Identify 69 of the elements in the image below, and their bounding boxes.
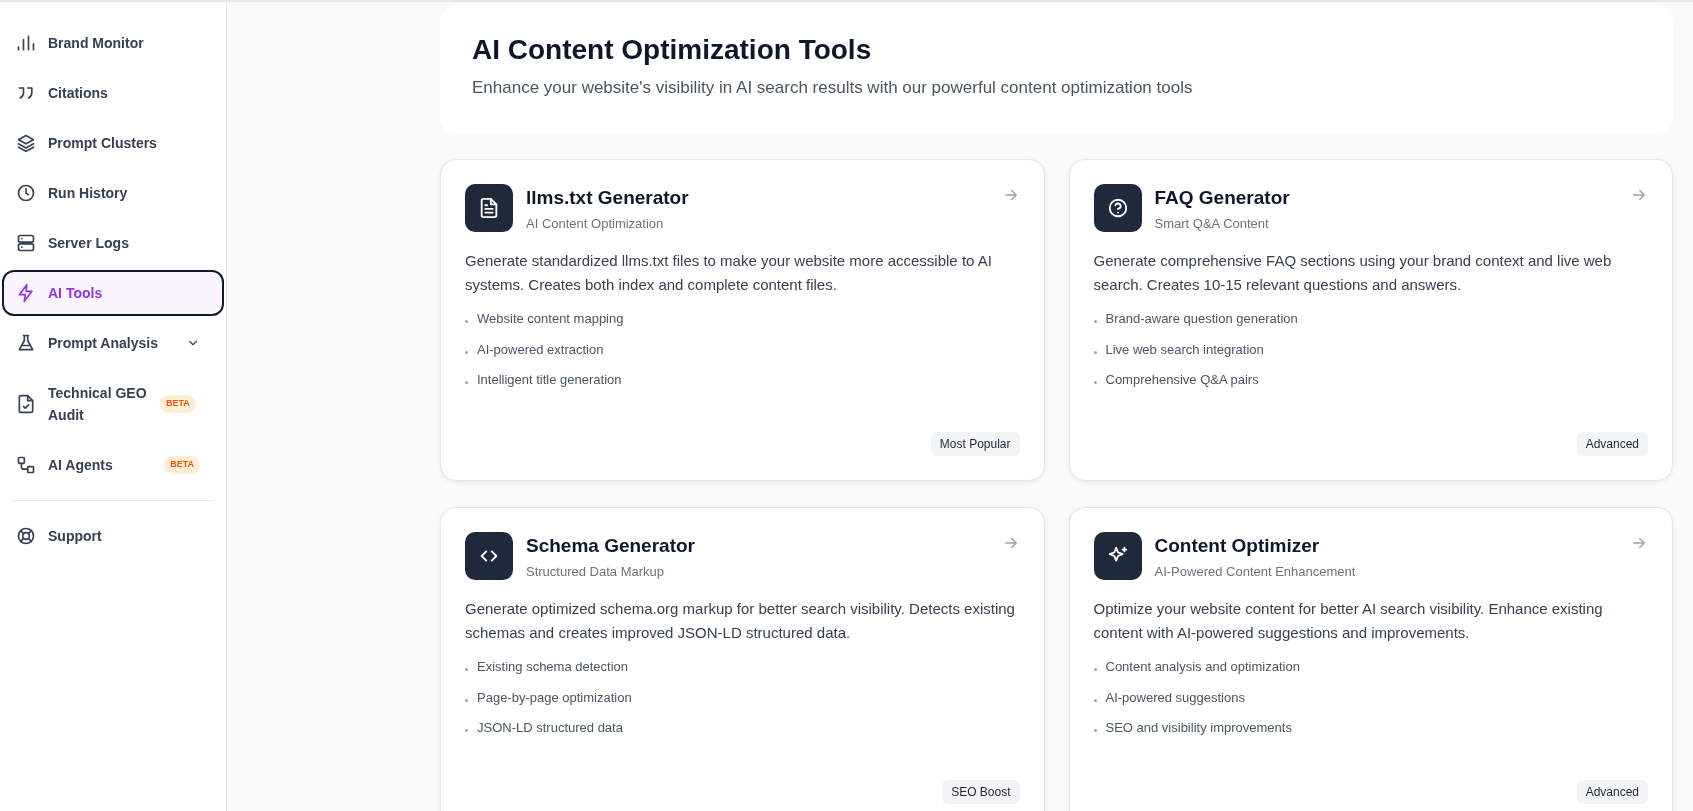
- workflow-icon: [16, 455, 36, 475]
- tool-tag: SEO Boost: [942, 779, 1020, 804]
- bullet-icon: [465, 381, 468, 385]
- layers-icon: [16, 133, 36, 153]
- lightning-icon: [16, 283, 36, 303]
- bar-chart-icon: [16, 33, 36, 53]
- bullet-icon: [1093, 668, 1097, 672]
- tool-subtitle: Smart Q&A Content: [1154, 214, 1270, 233]
- feature-item: AI-powered extraction: [477, 340, 604, 359]
- tool-card[interactable]: [1068, 158, 1673, 481]
- bullet-icon: [1093, 698, 1097, 702]
- bullet-icon: [465, 350, 468, 354]
- feature-item: Intelligent title generation: [477, 371, 622, 389]
- tool-tag: Advanced: [1576, 779, 1648, 804]
- support-icon: [16, 526, 36, 546]
- feature-item: Live web search integration: [1105, 340, 1264, 359]
- tool-subtitle: AI Content Optimization: [526, 214, 665, 233]
- page-subtitle: Enhance your website's visibility in AI search results with our powerful content optimization tools: [472, 77, 1194, 99]
- tool-subtitle: Structured Data Markup: [526, 562, 665, 581]
- bullet-icon: [465, 729, 468, 733]
- tool-card[interactable]: [440, 506, 1045, 811]
- sidebar-item[interactable]: Run History: [2, 170, 224, 216]
- sidebar-item[interactable]: AI Tools: [2, 270, 224, 316]
- document-check-icon: [16, 394, 36, 414]
- tool-card[interactable]: [440, 158, 1045, 481]
- sidebar-item[interactable]: Citations: [2, 70, 224, 116]
- bullet-icon: [465, 320, 468, 324]
- sidebar-item[interactable]: Brand Monitor: [2, 20, 224, 66]
- sidebar-item[interactable]: Prompt Analysis: [2, 320, 224, 366]
- bullet-icon: [1093, 350, 1097, 354]
- tool-title: llms.txt Generator: [526, 185, 690, 210]
- feature-item: JSON-LD structured data: [477, 719, 623, 737]
- sidebar-item[interactable]: Technical GEO Audit BETA: [2, 370, 224, 438]
- bullet-icon: [1093, 729, 1097, 733]
- bullet-icon: [465, 668, 468, 672]
- sidebar-item[interactable]: Prompt Clusters: [2, 120, 224, 166]
- tool-title: FAQ Generator: [1154, 185, 1291, 210]
- tool-tag: Most Popular: [930, 431, 1020, 456]
- flask-icon: [16, 333, 36, 353]
- tool-subtitle: AI-Powered Content Enhancement: [1154, 562, 1357, 581]
- feature-item: Existing schema detection: [477, 658, 629, 676]
- tool-tag: Advanced: [1576, 431, 1648, 456]
- document-icon: [478, 196, 500, 219]
- bullet-icon: [1093, 320, 1097, 324]
- server-icon: [16, 233, 36, 253]
- sidebar-item[interactable]: Support: [2, 513, 224, 559]
- clock-icon: [16, 183, 36, 203]
- feature-item: Content analysis and optimization: [1105, 658, 1300, 676]
- feature-item: AI-powered suggestions: [1105, 688, 1245, 707]
- sidebar-item[interactable]: Server Logs: [2, 220, 224, 266]
- tool-title: Schema Generator: [526, 533, 696, 558]
- help-icon: [1106, 196, 1129, 219]
- beta-badge: BETA: [164, 456, 200, 474]
- tool-card[interactable]: [1068, 506, 1673, 811]
- feature-item: Comprehensive Q&A pairs: [1105, 371, 1259, 389]
- feature-item: Page-by-page optimization: [477, 688, 632, 707]
- tool-description: Generate standardized llms.txt files to make your website more accessible to AI systems. Creates both index and complete content files.: [465, 251, 993, 295]
- feature-item: Website content mapping: [477, 310, 624, 328]
- tool-title: Content Optimizer: [1154, 533, 1321, 558]
- tool-description: Generate optimized schema.org markup for better search visibility. Detects existing schemas and creates improved JSON-LD structured data.: [465, 599, 1016, 643]
- bullet-icon: [465, 698, 468, 702]
- tool-description: Generate comprehensive FAQ sections using your brand context and live web search. Creates 10-15 relevant questions and answers.: [1093, 251, 1613, 295]
- sidebar-item[interactable]: AI Agents BETA: [2, 442, 224, 488]
- tool-description: Optimize your website content for better AI search visibility. Enhance existing content with AI-powered suggestions and improvements.: [1093, 599, 1604, 643]
- page-title: AI Content Optimization Tools: [472, 33, 873, 67]
- beta-badge: BETA: [160, 395, 196, 413]
- bullet-icon: [1093, 381, 1097, 385]
- feature-item: SEO and visibility improvements: [1105, 719, 1292, 737]
- feature-item: Brand-aware question generation: [1105, 310, 1298, 328]
